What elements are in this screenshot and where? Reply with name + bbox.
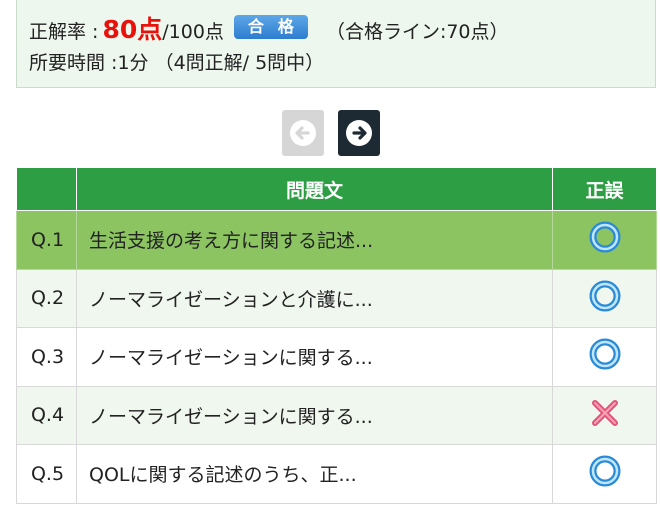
result-summary: 正解率 : 80点 /100点 合格 （合格ライン:70点） 所要時間 :1分 … bbox=[16, 0, 656, 88]
question-nav bbox=[282, 110, 380, 156]
table-row[interactable]: Q.1 生活支援の考え方に関する記述... bbox=[16, 210, 657, 270]
result-cell bbox=[552, 268, 657, 328]
correct-circle-icon bbox=[588, 220, 622, 259]
result-cell bbox=[552, 444, 657, 504]
table-header-row: 問題文 正誤 bbox=[16, 167, 657, 211]
time-line: 所要時間 :1分 （4問正解/ 5問中） bbox=[29, 52, 325, 74]
question-number: Q.5 bbox=[16, 444, 77, 504]
question-number: Q.3 bbox=[16, 327, 77, 387]
question-text[interactable]: ノーマライゼーションに関する... bbox=[76, 327, 553, 387]
arrow-left-circle-icon bbox=[290, 120, 316, 146]
header-result: 正誤 bbox=[552, 167, 657, 211]
question-text[interactable]: QOLに関する記述のうち、正... bbox=[76, 444, 553, 504]
question-table: 問題文 正誤 Q.1 生活支援の考え方に関する記述... Q.2 ノーマライゼー… bbox=[16, 167, 657, 504]
table-row[interactable]: Q.3 ノーマライゼーションに関する... bbox=[16, 327, 657, 387]
question-text[interactable]: ノーマライゼーションと介護に... bbox=[76, 268, 553, 328]
arrow-right-circle-icon bbox=[346, 120, 372, 146]
question-number: Q.1 bbox=[16, 210, 77, 270]
correct-circle-icon bbox=[588, 279, 622, 318]
header-number bbox=[16, 167, 77, 211]
result-cell bbox=[552, 385, 657, 445]
prev-button[interactable] bbox=[282, 110, 324, 156]
correct-circle-icon bbox=[588, 454, 622, 493]
question-text[interactable]: ノーマライゼーションに関する... bbox=[76, 385, 553, 445]
table-row[interactable]: Q.4 ノーマライゼーションに関する... bbox=[16, 385, 657, 445]
score-max: /100点 bbox=[162, 21, 224, 43]
table-row[interactable]: Q.5 QOLに関する記述のうち、正... bbox=[16, 444, 657, 504]
header-question: 問題文 bbox=[76, 167, 553, 211]
result-cell bbox=[552, 210, 657, 270]
correct-circle-icon bbox=[588, 337, 622, 376]
score-line: 正解率 : 80点 /100点 合格 （合格ライン:70点） bbox=[29, 10, 643, 44]
incorrect-cross-icon bbox=[588, 396, 622, 435]
table-row[interactable]: Q.2 ノーマライゼーションと介護に... bbox=[16, 268, 657, 328]
question-number: Q.2 bbox=[16, 268, 77, 328]
next-button[interactable] bbox=[338, 110, 380, 156]
result-cell bbox=[552, 327, 657, 387]
score-value: 80点 bbox=[102, 15, 163, 44]
question-text[interactable]: 生活支援の考え方に関する記述... bbox=[76, 210, 553, 270]
pass-line-text: （合格ライン:70点） bbox=[325, 21, 509, 43]
pass-badge: 合格 bbox=[233, 15, 308, 39]
question-number: Q.4 bbox=[16, 385, 77, 445]
accuracy-label: 正解率 : bbox=[29, 21, 99, 43]
